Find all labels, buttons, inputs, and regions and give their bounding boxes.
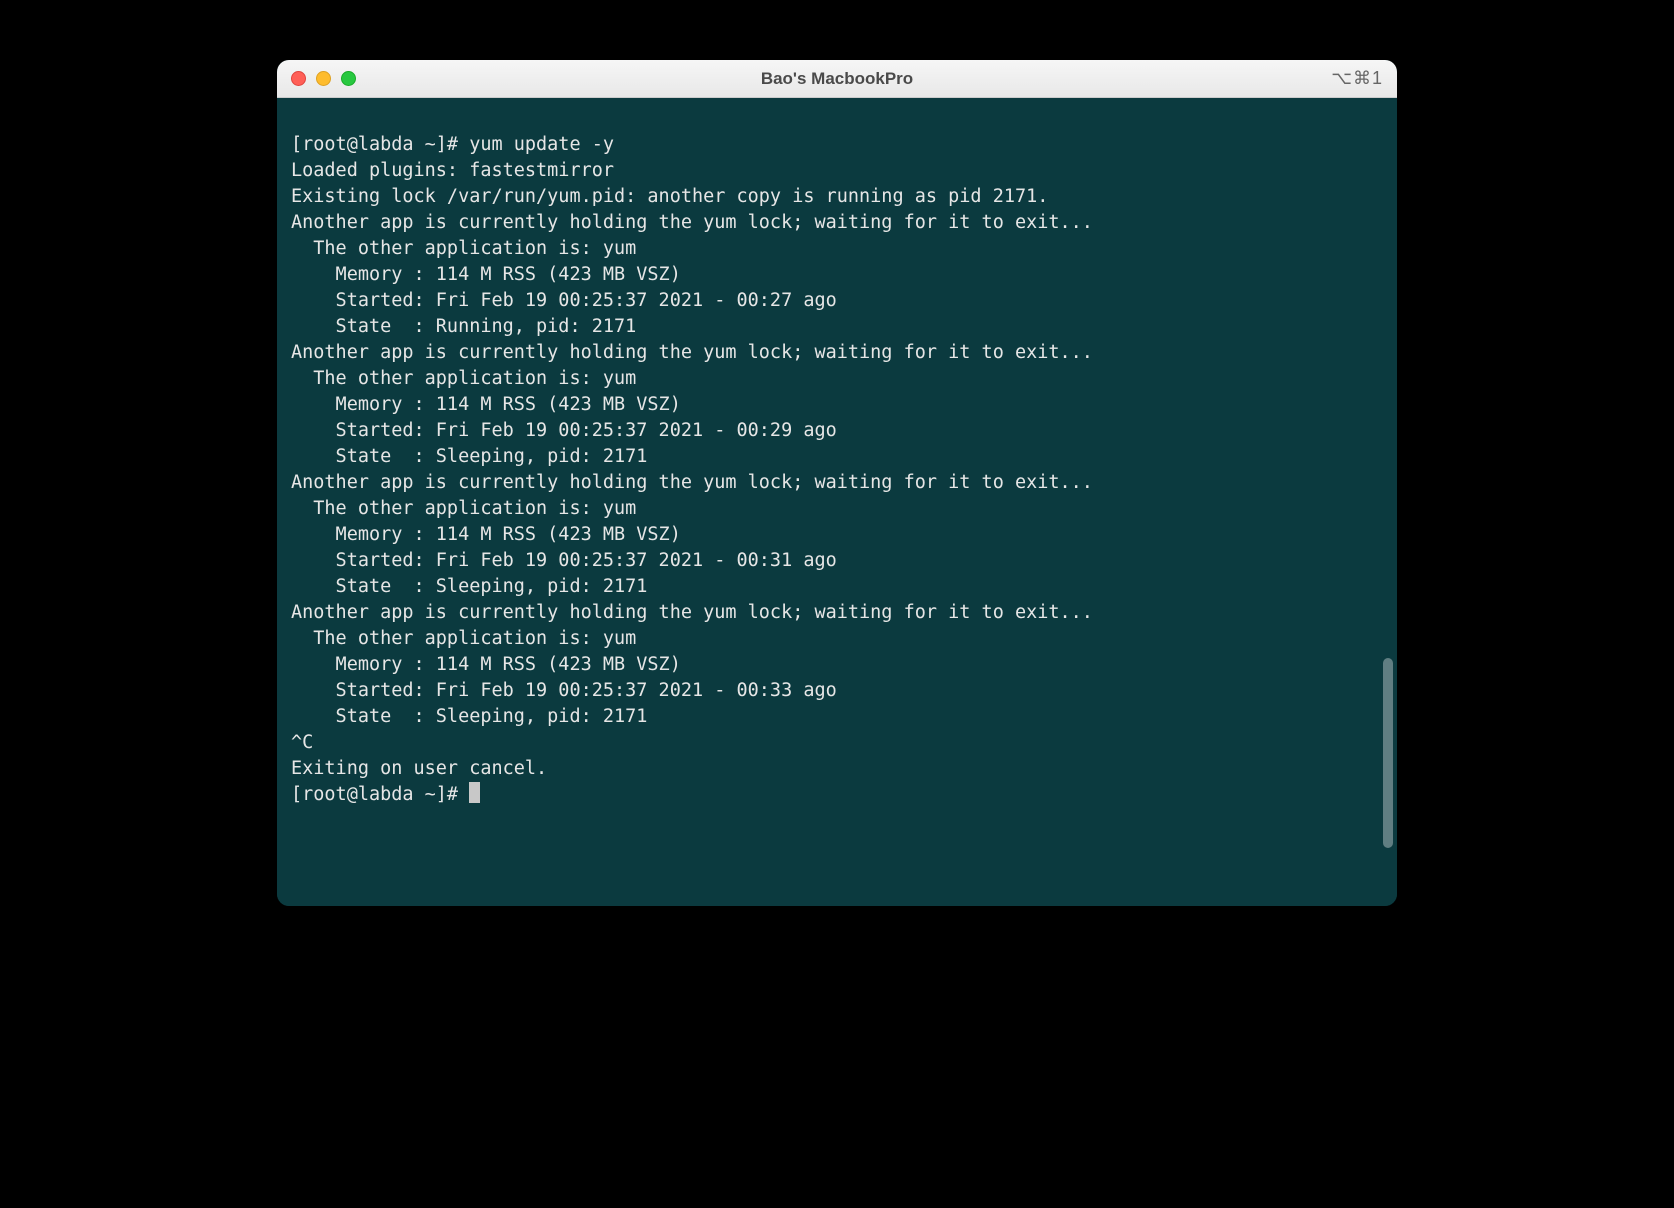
- minimize-button[interactable]: [316, 71, 331, 86]
- terminal-line: The other application is: yum: [291, 236, 1383, 262]
- window-shortcut: ⌥⌘1: [1331, 68, 1383, 89]
- terminal-line: Another app is currently holding the yum…: [291, 340, 1383, 366]
- terminal-line: [root@labda ~]# yum update -y: [291, 132, 1383, 158]
- terminal-line: Exiting on user cancel.: [291, 756, 1383, 782]
- terminal-line: ^C: [291, 730, 1383, 756]
- terminal-line: State : Sleeping, pid: 2171: [291, 704, 1383, 730]
- window-title: Bao's MacbookPro: [761, 69, 913, 89]
- scrollbar-thumb[interactable]: [1383, 658, 1393, 848]
- close-button[interactable]: [291, 71, 306, 86]
- terminal-prompt: [root@labda ~]#: [291, 782, 1383, 808]
- traffic-lights: [291, 71, 356, 86]
- terminal-line: Memory : 114 M RSS (423 MB VSZ): [291, 652, 1383, 678]
- terminal-line: Another app is currently holding the yum…: [291, 600, 1383, 626]
- titlebar[interactable]: Bao's MacbookPro ⌥⌘1: [277, 60, 1397, 98]
- terminal-line: Memory : 114 M RSS (423 MB VSZ): [291, 392, 1383, 418]
- terminal-line: Memory : 114 M RSS (423 MB VSZ): [291, 522, 1383, 548]
- terminal-line: Loaded plugins: fastestmirror: [291, 158, 1383, 184]
- prompt-text: [root@labda ~]#: [291, 784, 469, 805]
- terminal-line: Existing lock /var/run/yum.pid: another …: [291, 184, 1383, 210]
- terminal-line: State : Running, pid: 2171: [291, 314, 1383, 340]
- terminal-line: State : Sleeping, pid: 2171: [291, 574, 1383, 600]
- terminal-line: The other application is: yum: [291, 496, 1383, 522]
- terminal-line: Another app is currently holding the yum…: [291, 470, 1383, 496]
- terminal-line: Started: Fri Feb 19 00:25:37 2021 - 00:3…: [291, 548, 1383, 574]
- terminal-window: Bao's MacbookPro ⌥⌘1 [root@labda ~]# yum…: [277, 60, 1397, 906]
- terminal-line: Started: Fri Feb 19 00:25:37 2021 - 00:2…: [291, 418, 1383, 444]
- cursor: [469, 782, 480, 803]
- maximize-button[interactable]: [341, 71, 356, 86]
- terminal-line: Started: Fri Feb 19 00:25:37 2021 - 00:3…: [291, 678, 1383, 704]
- terminal-line: State : Sleeping, pid: 2171: [291, 444, 1383, 470]
- terminal-line: The other application is: yum: [291, 366, 1383, 392]
- terminal-line: The other application is: yum: [291, 626, 1383, 652]
- terminal-body[interactable]: [root@labda ~]# yum update -yLoaded plug…: [277, 98, 1397, 906]
- terminal-line: Started: Fri Feb 19 00:25:37 2021 - 00:2…: [291, 288, 1383, 314]
- terminal-line: Another app is currently holding the yum…: [291, 210, 1383, 236]
- terminal-line: Memory : 114 M RSS (423 MB VSZ): [291, 262, 1383, 288]
